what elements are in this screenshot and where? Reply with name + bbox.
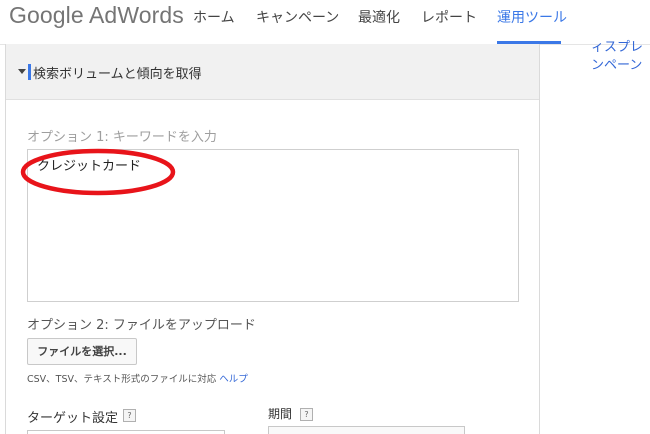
period-select[interactable] (268, 426, 465, 434)
adwords-logo[interactable]: Google AdWords (9, 2, 184, 29)
top-navigation: Google AdWords ホーム キャンペーン 最適化 レポート 運用ツール (0, 0, 650, 45)
nav-reports[interactable]: レポート (421, 7, 477, 27)
nav-home[interactable]: ホーム (193, 7, 235, 27)
panel-header[interactable]: 検索ボリュームと傾向を取得 (6, 44, 539, 100)
keyword-textarea[interactable]: クレジットカード (27, 149, 519, 302)
side-link-display[interactable]: ィスプレ (591, 36, 643, 55)
period-help-icon[interactable]: ? (300, 408, 313, 421)
panel-title: 検索ボリュームと傾向を取得 (33, 67, 202, 82)
targeting-select[interactable] (27, 430, 225, 434)
help-link[interactable]: ヘルプ (219, 374, 248, 385)
header-accent-bar (28, 64, 31, 80)
search-volume-panel: 検索ボリュームと傾向を取得 オプション 1: キーワードを入力 クレジットカード… (5, 44, 540, 434)
option2-label: オプション 2: ファイルをアップロード (27, 318, 256, 333)
targeting-help-icon[interactable]: ? (123, 409, 136, 422)
file-note-text: CSV、TSV、テキスト形式のファイルに対応 (27, 374, 217, 385)
nav-optimization[interactable]: 最適化 (358, 7, 400, 27)
nav-campaigns[interactable]: キャンペーン (256, 7, 339, 27)
page: Google AdWords ホーム キャンペーン 最適化 レポート 運用ツール… (0, 0, 650, 434)
option1-label: オプション 1: キーワードを入力 (27, 130, 217, 145)
nav-tools[interactable]: 運用ツール (497, 7, 567, 27)
caret-down-icon[interactable] (18, 69, 26, 74)
choose-file-button[interactable]: ファイルを選択... (27, 338, 137, 365)
period-label: 期間 (268, 407, 293, 421)
targeting-label: ターゲット設定 (27, 411, 119, 426)
side-link-campaign[interactable]: ンペーン (591, 54, 642, 73)
keyword-value: クレジットカード (37, 159, 142, 174)
file-format-note: CSV、TSV、テキスト形式のファイルに対応 ヘルプ (27, 371, 248, 385)
